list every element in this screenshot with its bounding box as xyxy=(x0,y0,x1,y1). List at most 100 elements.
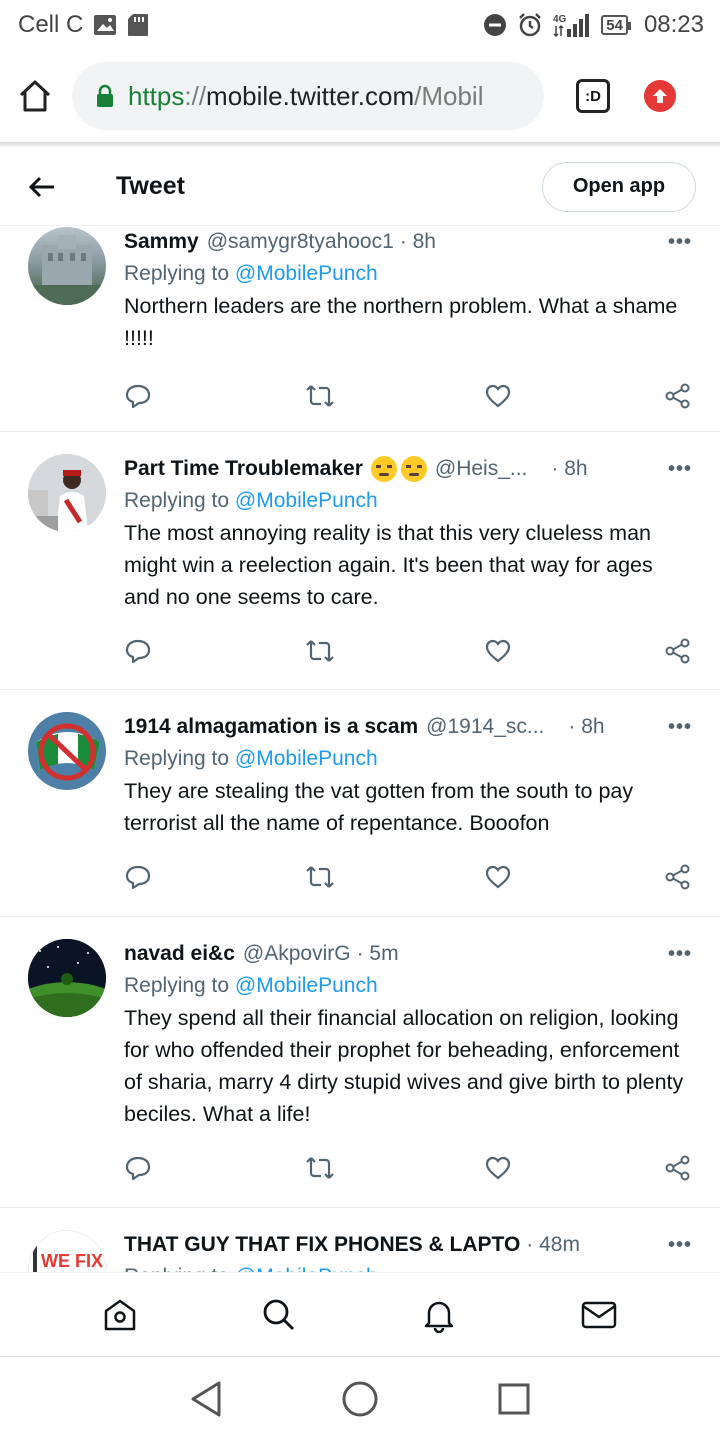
replying-to: Replying to @MobilePunch xyxy=(124,974,692,998)
display-name[interactable]: Sammy xyxy=(124,230,199,254)
retweet-button[interactable] xyxy=(304,863,484,891)
username[interactable]: @Heis_... xyxy=(435,457,528,481)
timestamp[interactable]: · 8h xyxy=(568,715,604,739)
reply-meta: Sammy @samygr8tyahooc1 · 8h ••• xyxy=(124,227,692,257)
reply-meta: 1914 almagamation is a scam @1914_sc... … xyxy=(124,712,692,742)
replying-to: Replying to @MobilePunch xyxy=(124,262,692,286)
avatar[interactable] xyxy=(28,454,106,532)
username[interactable]: @AkpovirG xyxy=(243,942,351,966)
like-button[interactable] xyxy=(484,863,664,891)
avatar[interactable] xyxy=(28,939,106,1017)
reply-item[interactable]: Sammy @samygr8tyahooc1 · 8h ••• Replying… xyxy=(0,227,720,432)
display-name[interactable]: navad ei&c xyxy=(124,942,235,966)
retweet-button[interactable] xyxy=(304,382,484,410)
display-name[interactable]: Part Time Troublemaker xyxy=(124,457,363,481)
timestamp[interactable]: · 8h xyxy=(400,230,436,254)
retweet-button[interactable] xyxy=(304,637,484,665)
notifications-icon[interactable] xyxy=(421,1297,457,1333)
share-button[interactable] xyxy=(664,382,692,410)
home-circle-icon[interactable] xyxy=(341,1380,379,1418)
avatar[interactable] xyxy=(28,227,106,305)
replying-label: Replying to xyxy=(124,974,230,997)
unamused-face-icon xyxy=(370,456,397,482)
reply-button[interactable] xyxy=(124,637,304,665)
open-app-button[interactable]: Open app xyxy=(542,161,696,212)
home-icon[interactable] xyxy=(18,79,52,113)
network-type: 4G xyxy=(553,14,567,25)
replying-label: Replying to xyxy=(124,747,230,770)
like-button[interactable] xyxy=(484,1154,664,1182)
like-button[interactable] xyxy=(484,382,664,410)
like-button[interactable] xyxy=(484,637,664,665)
update-button[interactable] xyxy=(644,80,676,112)
retweet-icon xyxy=(306,1157,334,1179)
reply-body: THAT GUY THAT FIX PHONES & LAPTO · 48m •… xyxy=(124,1230,692,1272)
more-options-icon[interactable]: ••• xyxy=(668,458,692,481)
mention-link[interactable]: @MobilePunch xyxy=(235,262,378,285)
reply-button[interactable] xyxy=(124,863,304,891)
share-button[interactable] xyxy=(664,637,692,665)
replying-to: Replying to @MobilePunch xyxy=(124,747,692,771)
recents-square-icon[interactable] xyxy=(497,1382,531,1416)
reply-button[interactable] xyxy=(124,1154,304,1182)
retweet-icon xyxy=(306,866,334,888)
more-options-icon[interactable]: ••• xyxy=(668,231,692,254)
username[interactable]: @samygr8tyahooc1 xyxy=(207,230,394,254)
share-icon xyxy=(665,864,690,890)
arrow-up-icon xyxy=(653,89,667,103)
search-icon[interactable] xyxy=(261,1297,297,1333)
reply-item[interactable]: WE FIX THAT GUY THAT FIX PHONES & LAPTO … xyxy=(0,1208,720,1272)
back-triangle-icon[interactable] xyxy=(189,1380,223,1418)
page-title: Tweet xyxy=(116,172,185,200)
home-icon[interactable] xyxy=(102,1297,138,1333)
avatar[interactable]: WE FIX xyxy=(28,1230,106,1272)
messages-icon[interactable] xyxy=(580,1297,618,1333)
reply-text: They are stealing the vat gotten from th… xyxy=(124,779,634,835)
more-options-icon[interactable]: ••• xyxy=(668,1234,692,1257)
lock-icon xyxy=(96,84,114,108)
status-bar: Cell C 4G 54 08:23 xyxy=(0,0,720,50)
mention-link[interactable]: @MobilePunch xyxy=(235,747,378,770)
avatar[interactable] xyxy=(28,712,106,790)
reply-item[interactable]: navad ei&c @AkpovirG · 5m ••• Replying t… xyxy=(0,917,720,1208)
reply-text: The most annoying reality is that this v… xyxy=(124,521,653,609)
address-bar[interactable]: https://mobile.twitter.com/Mobil xyxy=(72,62,544,130)
heart-icon xyxy=(485,865,511,889)
reply-icon xyxy=(125,1156,151,1181)
timestamp[interactable]: · 8h xyxy=(551,457,587,481)
reply-meta: navad ei&c @AkpovirG · 5m ••• xyxy=(124,939,692,969)
display-name[interactable]: THAT GUY THAT FIX PHONES & LAPTO xyxy=(124,1233,520,1257)
smirking-face-icon xyxy=(400,456,427,482)
more-options-icon[interactable]: ••• xyxy=(668,716,692,739)
replies-feed[interactable]: Sammy @samygr8tyahooc1 · 8h ••• Replying… xyxy=(0,227,720,1272)
heart-icon xyxy=(485,639,511,663)
share-icon xyxy=(665,1155,690,1181)
reply-item[interactable]: 1914 almagamation is a scam @1914_sc... … xyxy=(0,690,720,917)
action-bar xyxy=(124,1148,692,1188)
reply-button[interactable] xyxy=(124,382,304,410)
display-name[interactable]: 1914 almagamation is a scam xyxy=(124,715,418,739)
username[interactable]: @1914_sc... xyxy=(426,715,544,739)
share-icon xyxy=(665,383,690,409)
timestamp[interactable]: · 48m xyxy=(526,1233,580,1257)
bottom-navigation xyxy=(0,1272,720,1356)
reply-item[interactable]: Part Time Troublemaker @Heis_... · 8h ••… xyxy=(0,432,720,690)
reply-body: 1914 almagamation is a scam @1914_sc... … xyxy=(124,712,692,916)
mention-link[interactable]: @MobilePunch xyxy=(235,1265,378,1272)
back-arrow-icon[interactable] xyxy=(28,175,56,199)
retweet-button[interactable] xyxy=(304,1154,484,1182)
tab-switcher-button[interactable]: :D xyxy=(576,79,610,113)
retweet-icon xyxy=(306,385,334,407)
sd-card-icon xyxy=(127,13,149,37)
reply-body: Part Time Troublemaker @Heis_... · 8h ••… xyxy=(124,454,692,689)
action-bar xyxy=(124,376,692,416)
carrier-label: Cell C xyxy=(18,11,84,38)
share-button[interactable] xyxy=(664,1154,692,1182)
mention-link[interactable]: @MobilePunch xyxy=(235,974,378,997)
share-button[interactable] xyxy=(664,863,692,891)
battery-level: 54 xyxy=(606,16,623,34)
more-options-icon[interactable]: ••• xyxy=(668,943,692,966)
mention-link[interactable]: @MobilePunch xyxy=(235,489,378,512)
battery-indicator: 54 xyxy=(601,15,631,35)
timestamp[interactable]: · 5m xyxy=(357,942,399,966)
